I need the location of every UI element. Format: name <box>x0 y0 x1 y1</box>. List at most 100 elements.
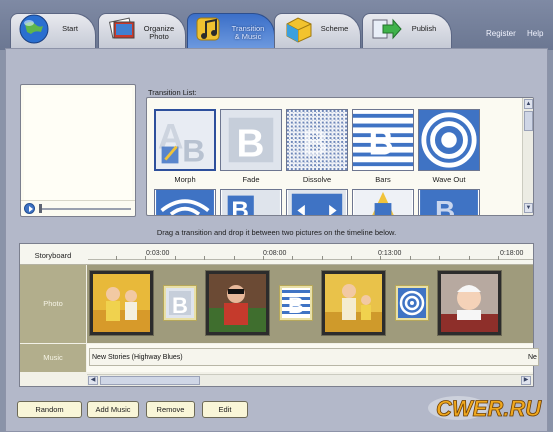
svg-text:B: B <box>182 133 205 169</box>
scroll-up-button[interactable]: ▲ <box>524 99 533 109</box>
photo-thumbnail <box>325 274 382 332</box>
fade-b-icon: B <box>221 110 281 170</box>
watermark-logo: CWER.RU <box>428 396 543 421</box>
seek-track[interactable] <box>41 208 131 210</box>
tab-publish[interactable]: Publish <box>362 13 452 50</box>
scroll-thumb[interactable] <box>100 376 200 385</box>
transition-item[interactable] <box>154 189 216 215</box>
transition-item-fade[interactable]: B <box>220 109 282 171</box>
storyboard: Storyboard 0:03:00 0:08:00 0:13:00 0:18:… <box>19 243 539 387</box>
bars-b-icon: B <box>353 110 413 170</box>
transition-item[interactable] <box>286 189 348 215</box>
wave-out-icon <box>419 110 479 170</box>
tab-scheme[interactable]: Scheme <box>274 13 361 50</box>
transition-item[interactable]: B <box>220 189 282 216</box>
dissolve-icon: B <box>287 110 347 170</box>
music-clip-next-title: Ne <box>528 354 537 361</box>
transition-name: Dissolve <box>302 175 332 184</box>
svg-text:B: B <box>288 293 304 318</box>
ruler-tick-label: 0:03:00 <box>146 250 170 257</box>
edit-button[interactable]: Edit <box>202 401 248 418</box>
transition-item[interactable] <box>352 189 414 215</box>
music-clip-title: New Stories (Highway Blues) <box>92 354 183 361</box>
tab-transition-music[interactable]: Transition & Music <box>187 13 275 50</box>
play-button[interactable] <box>24 203 35 214</box>
transition-list: A B Morph B Fade B Dissolve B Bars Wave … <box>146 97 534 216</box>
music-row-label: Music <box>20 344 86 372</box>
photo-stack-icon <box>108 17 135 39</box>
ruler-tick-label: 0:08:00 <box>263 250 287 257</box>
tab-label: Publish <box>411 24 437 33</box>
photo-clip[interactable] <box>89 270 154 336</box>
music-clip[interactable]: New Stories (Highway Blues) Ne <box>89 348 539 366</box>
preview-screen <box>24 88 132 200</box>
scroll-right-button[interactable]: ▶ <box>521 376 531 385</box>
publish-arrow-icon <box>372 18 402 40</box>
storyboard-title: Storyboard <box>34 251 72 260</box>
svg-text:B: B <box>368 124 393 163</box>
photo-track: B B <box>87 265 533 343</box>
photo-clip[interactable] <box>321 270 386 336</box>
tab-organize-photo[interactable]: Organize Photo <box>98 13 186 50</box>
transition-list-label: Transition List: <box>148 88 197 97</box>
drag-hint: Drag a transition and drop it between tw… <box>156 228 397 237</box>
bars-b-icon: B <box>282 288 310 318</box>
music-note-icon <box>196 17 220 41</box>
music-track: New Stories (Highway Blues) Ne <box>87 344 539 372</box>
svg-text:B: B <box>435 195 455 216</box>
ruler-tick-label: 0:13:00 <box>378 250 402 257</box>
tab-start[interactable]: Start <box>10 13 96 50</box>
transition-name: Wave Out <box>432 175 466 184</box>
transition-item[interactable]: B <box>418 189 480 216</box>
photo-clip[interactable] <box>437 270 502 336</box>
transition-clip[interactable]: B <box>163 285 197 321</box>
scroll-thumb[interactable] <box>524 111 533 131</box>
photo-thumbnail <box>209 274 266 332</box>
scroll-down-button[interactable]: ▼ <box>524 203 533 213</box>
random-button[interactable]: Random <box>17 401 82 418</box>
svg-text:B: B <box>236 122 264 165</box>
transition-item-morph[interactable]: A B <box>154 109 216 171</box>
ruler-tick-label: 0:18:00 <box>500 250 524 257</box>
seek-slider-handle[interactable] <box>39 204 42 213</box>
tab-bar: Start Organize Photo Transition & Music … <box>0 0 553 50</box>
transition-name: Bars <box>375 175 391 184</box>
fade-b-icon: B <box>166 288 194 318</box>
svg-text:B: B <box>302 124 327 163</box>
globe-icon <box>19 14 49 44</box>
preview-controls <box>21 200 135 216</box>
svg-text:B: B <box>231 197 249 216</box>
svg-text:CWER.RU: CWER.RU <box>436 396 542 421</box>
transition-list-scrollbar[interactable]: ▲ ▼ <box>522 98 533 215</box>
help-link[interactable]: Help <box>527 29 543 38</box>
star-wipe-icon <box>354 190 412 215</box>
transition-item-wave-out[interactable] <box>418 109 480 171</box>
register-link[interactable]: Register <box>486 29 516 38</box>
photo-row-label: Photo <box>20 265 86 343</box>
transition-item-bars[interactable]: B <box>352 109 414 171</box>
tab-label: Scheme <box>320 24 349 33</box>
ruler-line <box>88 259 533 260</box>
scroll-left-button[interactable]: ◀ <box>88 376 98 385</box>
preview-panel <box>20 84 136 217</box>
transition-clip[interactable] <box>395 285 429 321</box>
grid-b-icon: B <box>420 190 478 216</box>
add-music-button[interactable]: Add Music <box>87 401 139 418</box>
morph-ab-icon: A B <box>156 111 214 169</box>
slide-b-icon: B <box>222 190 280 216</box>
transition-name: Fade <box>242 175 260 184</box>
remove-button[interactable]: Remove <box>146 401 195 418</box>
transition-name: Morph <box>174 175 196 184</box>
photo-clip[interactable] <box>205 270 270 336</box>
tab-label: Start <box>62 24 78 33</box>
tab-label: Transition & Music <box>231 24 265 41</box>
split-arrows-icon <box>288 190 346 215</box>
storyboard-scrollbar[interactable]: ◀ ▶ <box>87 374 533 386</box>
transition-item-dissolve[interactable]: B <box>286 109 348 171</box>
photo-thumbnail <box>93 274 150 332</box>
svg-text:B: B <box>172 293 188 318</box>
transition-clip[interactable]: B <box>279 285 313 321</box>
tab-label: Organize Photo <box>143 24 175 41</box>
wave-out-icon <box>398 288 426 318</box>
scheme-box-icon <box>286 17 312 43</box>
